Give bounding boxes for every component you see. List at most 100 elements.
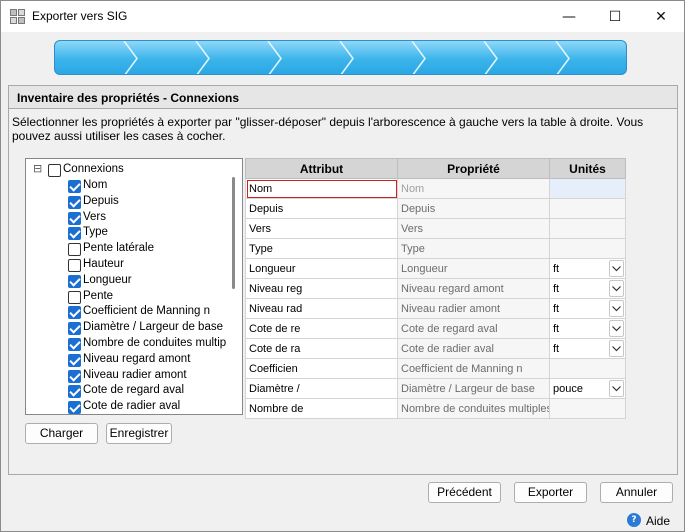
step-separator-icon <box>339 41 354 74</box>
unit-cell <box>549 398 626 419</box>
attribute-cell[interactable]: Niveau rad <box>245 298 398 319</box>
property-cell: Type <box>397 238 550 259</box>
load-button[interactable]: Charger <box>25 423 98 444</box>
tree-item-checkbox[interactable] <box>68 211 81 225</box>
attribute-cell[interactable]: Vers <box>245 218 398 239</box>
table-row[interactable]: Cote de re Cote de regard aval ft <box>245 318 626 339</box>
maximize-button[interactable]: ☐ <box>592 1 638 32</box>
cancel-button[interactable]: Annuler <box>600 482 673 503</box>
property-cell: Depuis <box>397 198 550 219</box>
table-row[interactable]: Nom Nom <box>245 178 626 199</box>
step-separator-icon <box>411 41 426 74</box>
unit-cell[interactable]: ft <box>549 298 626 319</box>
table-row[interactable]: Niveau reg Niveau regard amont ft <box>245 278 626 299</box>
attribute-cell[interactable]: Nombre de <box>245 398 398 419</box>
unit-cell[interactable]: ft <box>549 278 626 299</box>
checkbox-connexions[interactable] <box>48 164 61 177</box>
unit-cell <box>549 218 626 239</box>
unit-dropdown-value[interactable]: pouce <box>553 383 583 395</box>
tree-item-label: Depuis <box>83 194 119 207</box>
tree-item-label: Cote de regard aval <box>83 384 185 397</box>
tree-item-checkbox[interactable] <box>68 227 81 241</box>
chevron-down-icon[interactable] <box>609 280 624 297</box>
property-cell: Cote de radier aval <box>397 338 550 359</box>
help-icon: ? <box>627 513 641 527</box>
close-button[interactable]: ✕ <box>638 1 684 32</box>
unit-cell <box>549 198 626 219</box>
unit-dropdown-value[interactable]: ft <box>553 323 559 335</box>
tree-item-checkbox[interactable] <box>68 306 81 320</box>
tree-item-checkbox[interactable] <box>68 290 81 304</box>
unit-dropdown-value[interactable]: ft <box>553 263 559 275</box>
table-row[interactable]: Type Type <box>245 238 626 259</box>
property-cell: Vers <box>397 218 550 239</box>
attribute-cell[interactable]: Coefficien <box>245 358 398 379</box>
attribute-cell[interactable]: Cote de re <box>245 318 398 339</box>
attribute-cell[interactable]: Longueur <box>245 258 398 279</box>
table-row[interactable]: Coefficien Coefficient de Manning n <box>245 358 626 379</box>
tree-item-checkbox[interactable] <box>68 385 81 399</box>
unit-cell[interactable]: ft <box>549 258 626 279</box>
tree-item-checkbox[interactable] <box>68 259 81 272</box>
tree-item-label: Longueur <box>83 273 132 286</box>
tree-scrollbar[interactable] <box>226 159 242 414</box>
tree-item-checkbox[interactable] <box>68 338 81 351</box>
table-row[interactable]: Depuis Depuis <box>245 198 626 219</box>
attribute-cell[interactable]: Nom <box>245 178 398 199</box>
table-row[interactable]: Nombre de Nombre de conduites multiples <box>245 398 626 419</box>
tree-item-checkbox[interactable] <box>68 274 81 288</box>
attribute-cell[interactable]: Cote de ra <box>245 338 398 359</box>
chevron-down-icon[interactable] <box>609 380 624 397</box>
property-tree[interactable]: ⊟ Connexions Nom Depuis Vers Type Pente laté… <box>25 158 243 415</box>
close-icon: ✕ <box>655 8 667 25</box>
attribute-cell[interactable]: Diamètre / <box>245 378 398 399</box>
table-row[interactable]: Diamètre / Diamètre / Largeur de base pouc… <box>245 378 626 399</box>
chevron-down-icon[interactable] <box>609 260 624 277</box>
export-dialog: Exporter vers SIG — ☐ ✕ Inventaire des p… <box>0 0 685 532</box>
unit-cell[interactable]: ft <box>549 318 626 339</box>
tree-item-label: Nom <box>83 179 108 191</box>
attribute-cell[interactable]: Depuis <box>245 198 398 219</box>
chevron-down-icon[interactable] <box>609 340 624 357</box>
unit-cell[interactable]: pouce <box>549 378 626 399</box>
step-separator-icon <box>267 41 282 74</box>
attribute-table: Attribut Propriété Unités Nom Nom Depuis De… <box>245 158 626 419</box>
attribute-cell[interactable]: Type <box>245 238 398 259</box>
tree-item-label: Niveau radier amont <box>83 368 187 381</box>
tree-item-checkbox[interactable] <box>68 353 81 367</box>
tree-item-checkbox[interactable] <box>68 195 81 209</box>
unit-dropdown-value[interactable]: ft <box>553 343 559 355</box>
unit-dropdown-value[interactable]: ft <box>553 283 559 295</box>
column-header-units[interactable]: Unités <box>549 158 626 179</box>
tree-item-checkbox[interactable] <box>68 322 81 336</box>
column-header-property[interactable]: Propriété <box>397 158 550 179</box>
collapse-icon[interactable]: ⊟ <box>33 162 42 175</box>
panel-title: Inventaire des propriétés - Connexions <box>9 86 677 109</box>
property-cell: Longueur <box>397 258 550 279</box>
tree-scrollbar-thumb[interactable] <box>232 177 235 289</box>
unit-cell[interactable]: ft <box>549 338 626 359</box>
step-separator-icon <box>123 41 138 74</box>
table-row[interactable]: Cote de ra Cote de radier aval ft <box>245 338 626 359</box>
tree-item-checkbox[interactable] <box>68 369 81 383</box>
tree-item-checkbox[interactable] <box>68 401 81 414</box>
save-button[interactable]: Enregistrer <box>106 423 172 444</box>
attribute-cell[interactable]: Niveau reg <box>245 278 398 299</box>
step-separator-icon <box>483 41 498 74</box>
table-row[interactable]: Niveau rad Niveau radier amont ft <box>245 298 626 319</box>
unit-dropdown-value[interactable]: ft <box>553 303 559 315</box>
table-row[interactable]: Longueur Longueur ft <box>245 258 626 279</box>
maximize-icon: ☐ <box>608 8 622 25</box>
chevron-down-icon[interactable] <box>609 320 624 337</box>
export-button[interactable]: Exporter <box>514 482 587 503</box>
tree-root-label: Connexions <box>63 163 124 175</box>
minimize-button[interactable]: — <box>546 1 592 32</box>
previous-button[interactable]: Précédent <box>428 482 501 503</box>
properties-panel: Inventaire des propriétés - Connexions S… <box>8 85 678 475</box>
column-header-attribute[interactable]: Attribut <box>245 158 398 179</box>
chevron-down-icon[interactable] <box>609 300 624 317</box>
tree-item-checkbox[interactable] <box>68 243 81 257</box>
table-row[interactable]: Vers Vers <box>245 218 626 239</box>
tree-item-label: Coefficient de Manning n <box>83 305 211 318</box>
tree-item-checkbox[interactable] <box>68 180 81 193</box>
